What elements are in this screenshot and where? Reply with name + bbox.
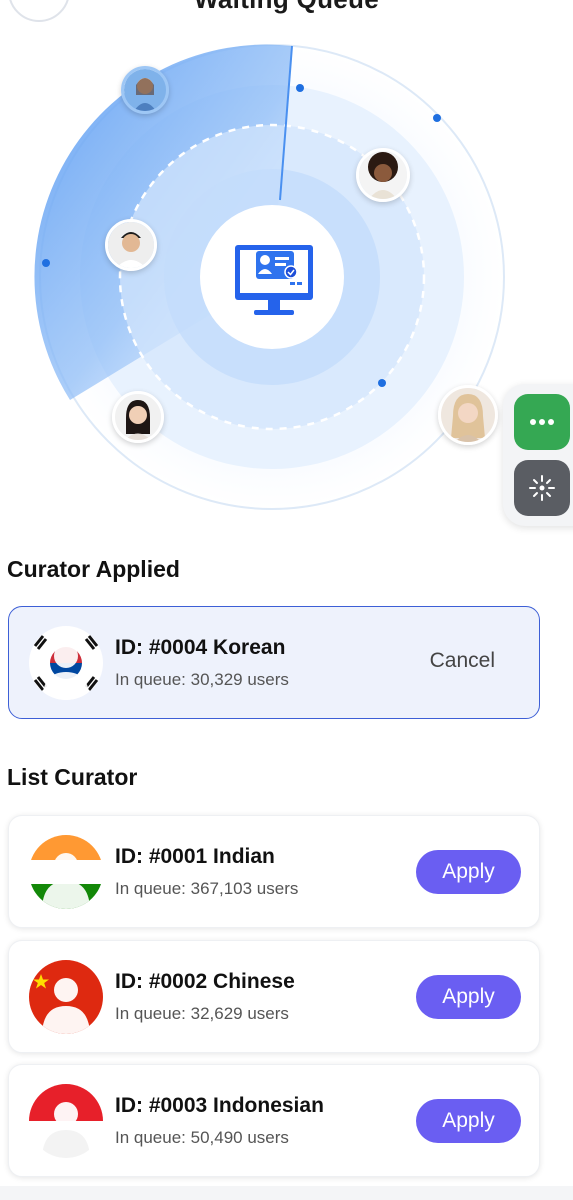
apply-button[interactable]: Apply	[416, 1099, 521, 1143]
curator-id: ID: #0003 Indonesian	[115, 1094, 324, 1117]
more-button[interactable]	[514, 394, 570, 450]
curator-queue-count: In queue: 30,329 users	[115, 670, 289, 689]
bottom-divider	[0, 1186, 573, 1200]
user-avatar-1	[121, 66, 169, 114]
user-avatar-3	[105, 219, 157, 271]
curator-queue-count: In queue: 32,629 users	[115, 1004, 289, 1023]
radar-dot	[378, 379, 386, 387]
curator-id: ID: #0001 Indian	[115, 845, 275, 868]
queue-radar	[0, 0, 573, 540]
curator-queue-count: In queue: 50,490 users	[115, 1128, 289, 1147]
korea-flag-avatar	[29, 626, 103, 700]
curator-list-item: ID: #0002 Chinese In queue: 32,629 users…	[8, 940, 540, 1053]
move-button[interactable]	[514, 460, 570, 516]
floating-action-panel	[503, 384, 573, 526]
radar-graphic	[34, 44, 505, 510]
more-dots-icon	[530, 419, 554, 425]
india-flag-avatar	[29, 835, 103, 909]
radar-dot	[296, 84, 304, 92]
curator-id: ID: #0004 Korean	[115, 636, 286, 659]
list-section-title: List Curator	[7, 764, 138, 790]
curator-list-item: ID: #0003 Indonesian In queue: 50,490 us…	[8, 1064, 540, 1177]
curator-id: ID: #0002 Chinese	[115, 970, 295, 993]
drag-move-icon	[529, 475, 555, 501]
applied-curator-card: ID: #0004 Korean In queue: 30,329 users …	[8, 606, 540, 719]
applied-section-title: Curator Applied	[7, 556, 180, 582]
cancel-button[interactable]: Cancel	[430, 649, 495, 673]
china-flag-avatar	[29, 960, 103, 1034]
indonesia-flag-avatar	[29, 1084, 103, 1158]
radar-dot	[42, 259, 50, 267]
apply-button[interactable]: Apply	[416, 850, 521, 894]
curator-queue-count: In queue: 367,103 users	[115, 879, 299, 898]
user-avatar-2	[356, 148, 410, 202]
apply-button[interactable]: Apply	[416, 975, 521, 1019]
curator-list-item: ID: #0001 Indian In queue: 367,103 users…	[8, 815, 540, 928]
user-avatar-5	[438, 385, 498, 445]
radar-dot	[433, 114, 441, 122]
user-avatar-4	[112, 391, 164, 443]
